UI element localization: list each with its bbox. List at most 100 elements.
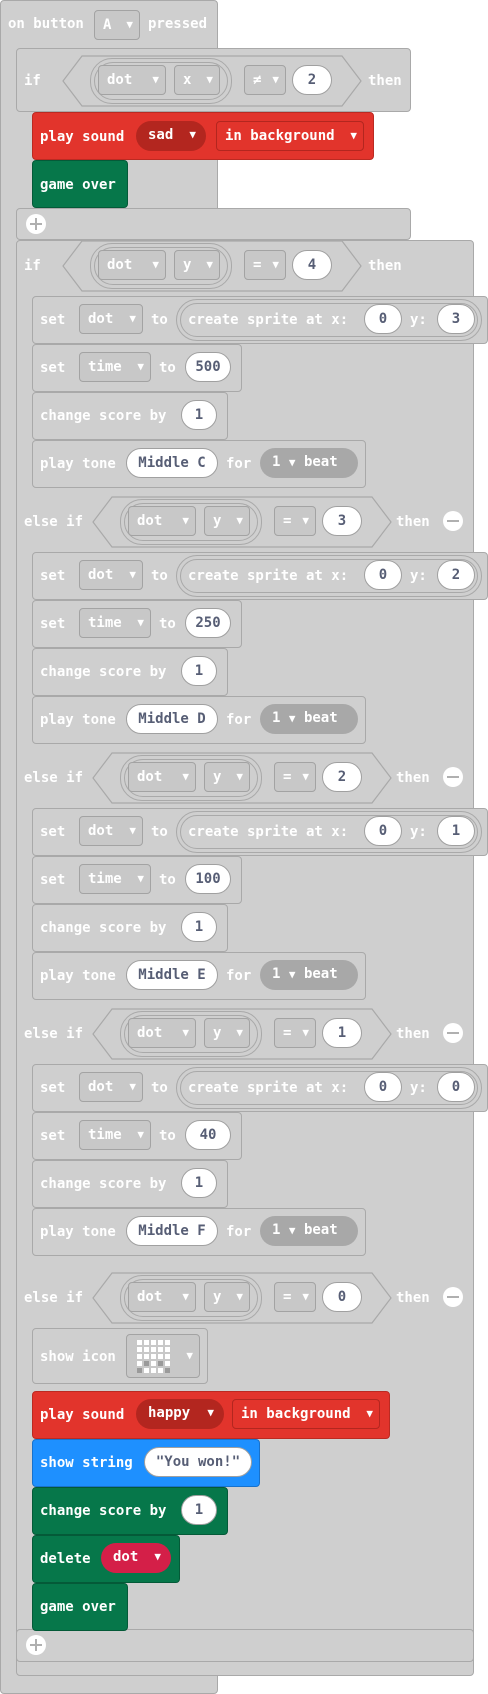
for-label: for <box>226 1224 252 1240</box>
time-value-input[interactable]: 100 <box>185 864 231 894</box>
compare-value-input[interactable]: 3 <box>322 506 362 536</box>
var-name: dot <box>137 1025 163 1041</box>
property-dropdown[interactable]: y ▼ <box>204 1018 250 1048</box>
set-label: set <box>40 872 66 888</box>
score-amount-input[interactable]: 1 <box>181 400 217 430</box>
x-input[interactable]: 0 <box>364 560 402 590</box>
property-dropdown[interactable]: y ▼ <box>174 250 220 280</box>
add-branch-icon[interactable] <box>26 214 46 234</box>
y-input[interactable]: 2 <box>437 560 475 590</box>
operator-dropdown[interactable]: = ▼ <box>274 506 316 536</box>
chevron-down-icon: ▼ <box>236 1290 243 1303</box>
score-amount-input[interactable]: 1 <box>181 912 217 942</box>
set-label: set <box>40 312 66 328</box>
chevron-down-icon: ▼ <box>137 360 144 373</box>
chevron-down-icon: ▼ <box>272 258 279 271</box>
delete-label: delete <box>40 1551 91 1567</box>
x-input[interactable]: 0 <box>364 816 402 846</box>
sound-dropdown[interactable]: sad ▼ <box>136 121 206 151</box>
sprite-var-dropdown[interactable]: dot ▼ <box>101 1543 171 1573</box>
sprite-var-dropdown[interactable]: dot ▼ <box>98 65 166 95</box>
y-input[interactable]: 0 <box>437 1072 475 1102</box>
property-dropdown[interactable]: y ▼ <box>204 506 250 536</box>
property-dropdown[interactable]: x ▼ <box>174 65 220 95</box>
x-input[interactable]: 0 <box>364 304 402 334</box>
property-dropdown[interactable]: y ▼ <box>204 762 250 792</box>
else-if-label: else if <box>24 1290 84 1306</box>
operator-dropdown[interactable]: = ▼ <box>244 250 286 280</box>
operator-dropdown[interactable]: = ▼ <box>274 1282 316 1312</box>
beat-dropdown[interactable]: 1 ▼ beat <box>260 448 358 478</box>
sprite-var-dropdown[interactable]: dot ▼ <box>128 1018 196 1048</box>
var-name: time <box>88 615 122 631</box>
compare-value-input[interactable]: 0 <box>322 1282 362 1312</box>
add-branch-icon[interactable] <box>26 1635 46 1655</box>
by-word: by <box>149 920 167 936</box>
sprite-var-dropdown[interactable]: dot ▼ <box>128 1282 196 1312</box>
y-input[interactable]: 3 <box>437 304 475 334</box>
note-input[interactable]: Middle F <box>126 1216 218 1246</box>
var-name: dot <box>88 823 114 839</box>
show-icon-label: show icon <box>40 1349 116 1365</box>
beat-dropdown[interactable]: 1 ▼ beat <box>260 960 358 990</box>
set-var-dropdown[interactable]: time ▼ <box>79 352 151 382</box>
set-var-dropdown[interactable]: dot ▼ <box>79 304 143 334</box>
background-mode-dropdown[interactable]: in background ▼ <box>216 121 364 151</box>
compare-value-input[interactable]: 1 <box>322 1018 362 1048</box>
event-header: on button A ▼ pressed <box>0 0 218 48</box>
var-name: dot <box>113 1549 139 1565</box>
score-amount-input[interactable]: 1 <box>181 656 217 686</box>
time-value-input[interactable]: 40 <box>185 1120 231 1150</box>
compare-value-input[interactable]: 2 <box>292 65 332 95</box>
note-input[interactable]: Middle D <box>126 704 218 734</box>
sound-dropdown[interactable]: happy ▼ <box>136 1399 224 1429</box>
y-input[interactable]: 1 <box>437 816 475 846</box>
icon-pixel <box>144 1354 149 1359</box>
set-var-dropdown[interactable]: dot ▼ <box>79 560 143 590</box>
note-input[interactable]: Middle E <box>126 960 218 990</box>
remove-branch-icon[interactable] <box>443 1023 463 1043</box>
beat-word: beat <box>303 710 338 726</box>
score-word: score <box>99 408 142 424</box>
sprite-var-dropdown[interactable]: dot ▼ <box>128 506 196 536</box>
pressed-label: pressed <box>148 16 208 32</box>
beat-dropdown[interactable]: 1 ▼ beat <box>260 704 358 734</box>
y-label: y: <box>410 568 427 584</box>
property-dropdown[interactable]: y ▼ <box>204 1282 250 1312</box>
remove-branch-icon[interactable] <box>443 511 463 531</box>
set-var-dropdown[interactable]: time ▼ <box>79 1120 151 1150</box>
chevron-down-icon: ▼ <box>302 1026 309 1039</box>
time-value-input[interactable]: 250 <box>185 608 231 638</box>
play-tone-label: play tone <box>40 456 116 472</box>
time-value-input[interactable]: 500 <box>185 352 231 382</box>
note-input[interactable]: Middle C <box>126 448 218 478</box>
operator-dropdown[interactable]: ≠ ▼ <box>244 65 286 95</box>
string-input[interactable]: "You won!" <box>144 1447 252 1477</box>
set-var-dropdown[interactable]: time ▼ <box>79 864 151 894</box>
chevron-down-icon: ▼ <box>302 514 309 527</box>
button-dropdown[interactable]: A ▼ <box>94 10 140 40</box>
compare-value-input[interactable]: 4 <box>292 250 332 280</box>
set-var-dropdown[interactable]: dot ▼ <box>79 816 143 846</box>
icon-pixel <box>165 1361 170 1366</box>
score-amount-input[interactable]: 1 <box>181 1495 217 1525</box>
icon-dropdown[interactable]: ▼ <box>126 1334 200 1378</box>
remove-branch-icon[interactable] <box>443 767 463 787</box>
to-label: to <box>151 568 168 584</box>
beat-dropdown[interactable]: 1 ▼ beat <box>260 1216 358 1246</box>
set-var-dropdown[interactable]: dot ▼ <box>79 1072 143 1102</box>
compare-value-input[interactable]: 2 <box>322 762 362 792</box>
beats-value: 1 <box>272 454 281 470</box>
sprite-var-dropdown[interactable]: dot ▼ <box>128 762 196 792</box>
x-input[interactable]: 0 <box>364 1072 402 1102</box>
score-amount-input[interactable]: 1 <box>181 1168 217 1198</box>
set-var-dropdown[interactable]: time ▼ <box>79 608 151 638</box>
sprite-var-dropdown[interactable]: dot ▼ <box>98 250 166 280</box>
sound-name: sad <box>148 127 174 143</box>
icon-pixel <box>158 1347 163 1352</box>
chevron-down-icon: ▼ <box>137 616 144 629</box>
operator-dropdown[interactable]: = ▼ <box>274 1018 316 1048</box>
operator-dropdown[interactable]: = ▼ <box>274 762 316 792</box>
remove-branch-icon[interactable] <box>443 1287 463 1307</box>
background-mode-dropdown[interactable]: in background ▼ <box>232 1399 380 1429</box>
